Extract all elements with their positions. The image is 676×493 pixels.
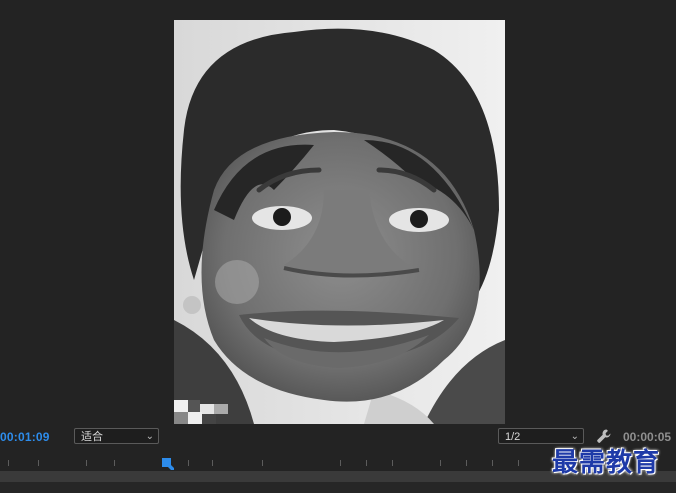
- resolution-value: 1/2: [505, 431, 521, 443]
- preview-image: [174, 20, 505, 424]
- ruler-tick: [188, 460, 189, 466]
- program-monitor: [0, 0, 676, 425]
- ruler-tick: [8, 460, 9, 466]
- ruler-tick: [340, 460, 341, 466]
- chevron-down-icon: ⌄: [145, 431, 154, 442]
- ruler-tick: [392, 460, 393, 466]
- ruler-tick: [466, 460, 467, 466]
- ruler-tick: [366, 460, 367, 466]
- bottom-strip: [0, 482, 676, 493]
- zoom-level-value: 适合: [81, 431, 103, 443]
- ruler-tick: [440, 460, 441, 466]
- ruler-tick: [114, 460, 115, 466]
- zoom-level-dropdown[interactable]: 适合 ⌄: [74, 428, 159, 444]
- playhead-timecode[interactable]: 00:01:09: [0, 430, 50, 444]
- playhead-marker-icon[interactable]: [162, 458, 174, 470]
- video-preview-frame: [174, 20, 505, 424]
- watermark-text: 最需教育: [552, 448, 661, 478]
- ruler-tick: [212, 460, 213, 466]
- ruler-tick: [262, 460, 263, 466]
- ruler-tick: [518, 460, 519, 466]
- ruler-tick: [86, 460, 87, 466]
- ruler-tick: [492, 460, 493, 466]
- ruler-tick: [38, 460, 39, 466]
